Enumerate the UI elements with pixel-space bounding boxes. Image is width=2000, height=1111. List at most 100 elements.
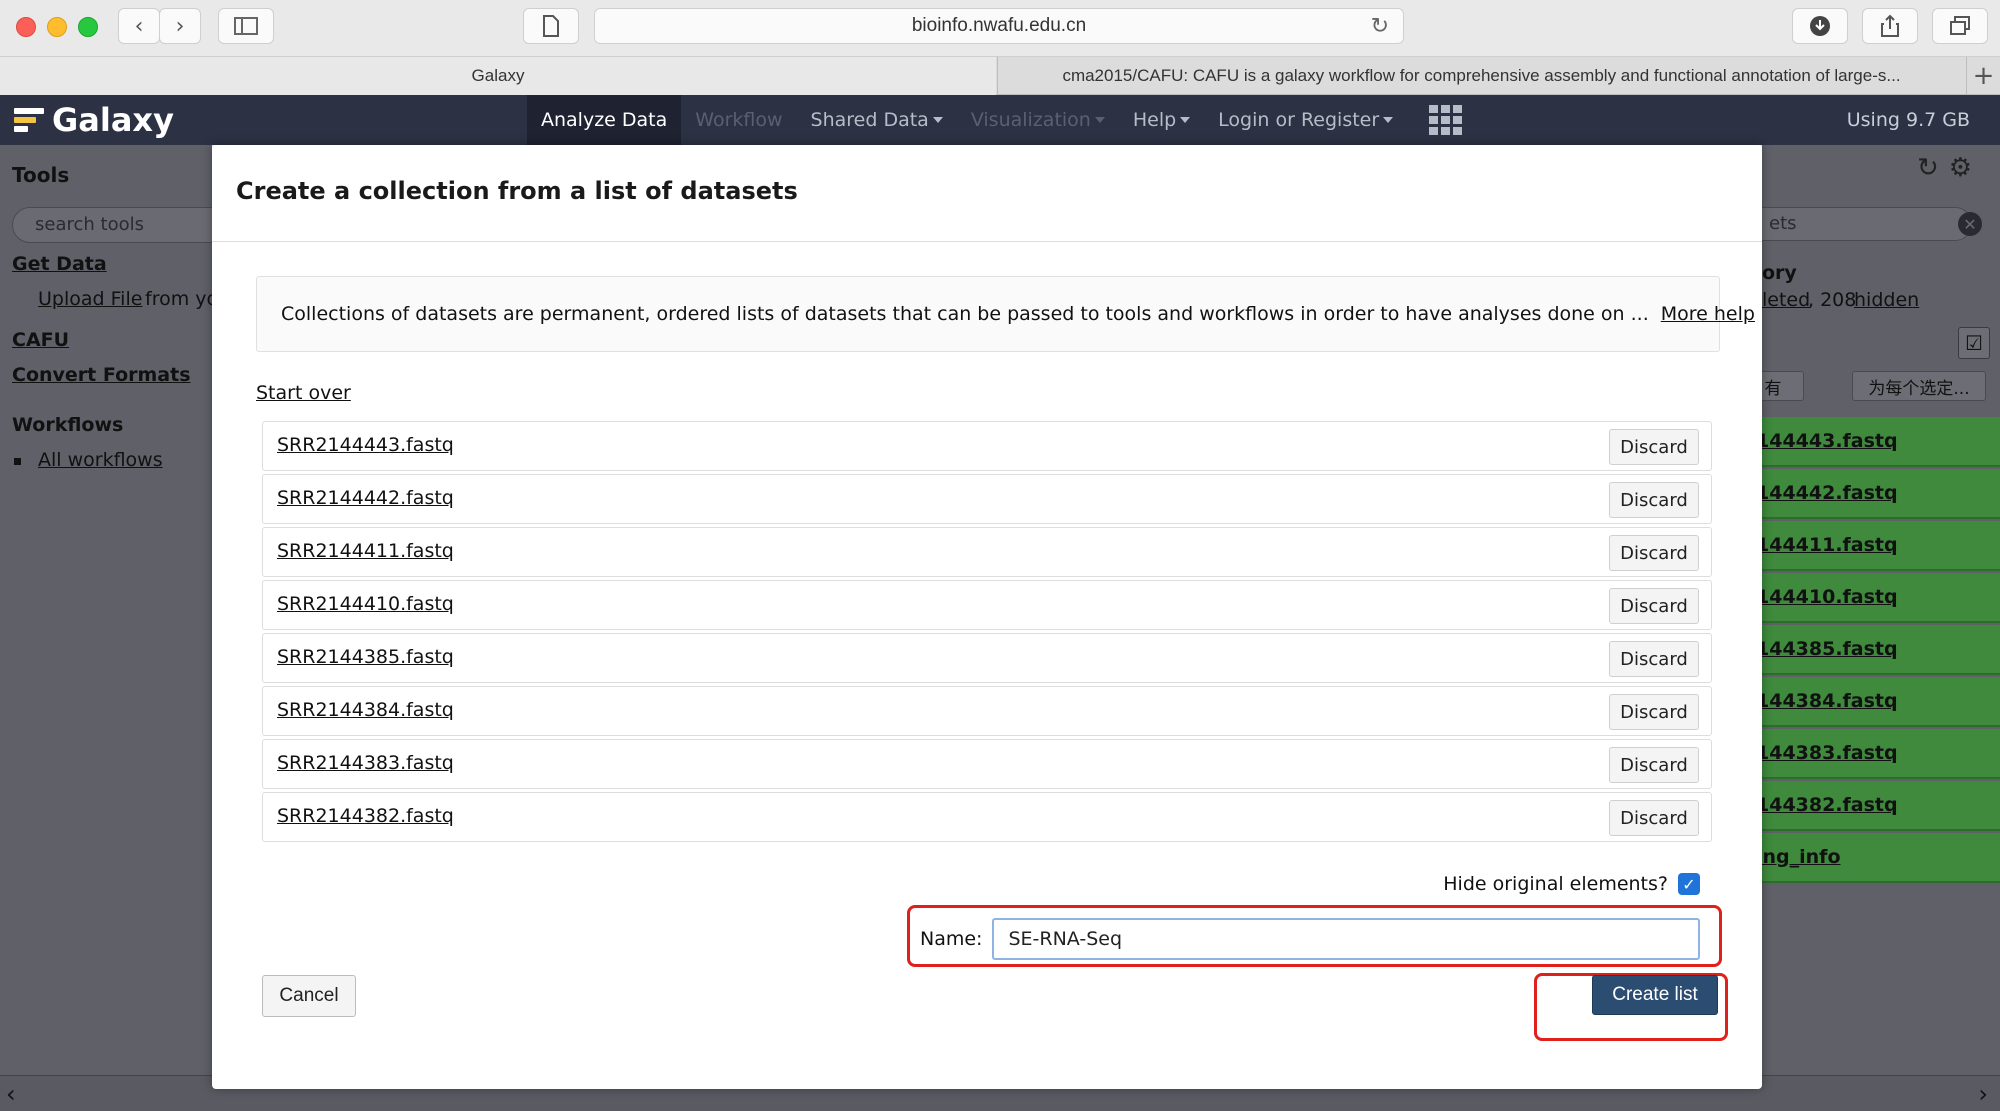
discard-button[interactable]: Discard xyxy=(1609,588,1699,624)
sidebar-toggle-button[interactable] xyxy=(218,8,274,44)
caret-down-icon xyxy=(1094,117,1105,123)
collection-element: SRR2144411.fastq Discard xyxy=(262,527,1712,577)
bullet xyxy=(14,458,21,465)
history-item[interactable]: 144410.fastq xyxy=(1762,573,2000,623)
hide-original-option: Hide original elements? ✓ xyxy=(1443,873,1700,895)
hide-original-checkbox[interactable]: ✓ xyxy=(1678,873,1700,895)
caret-down-icon xyxy=(1383,117,1394,123)
collapse-right-icon[interactable]: › xyxy=(1978,1080,1988,1108)
tool-panel: Tools search tools Get Data Upload File … xyxy=(0,145,232,1075)
main-nav: Analyze Data Workflow Shared Data Visual… xyxy=(527,95,1477,145)
history-item[interactable]: 144385.fastq xyxy=(1762,625,2000,675)
nav-analyze-data[interactable]: Analyze Data xyxy=(527,95,682,145)
element-name[interactable]: SRR2144383.fastq xyxy=(277,752,454,774)
close-window-button[interactable] xyxy=(16,17,36,37)
history-item[interactable]: 144443.fastq xyxy=(1762,417,2000,467)
more-help-link[interactable]: More help xyxy=(1661,303,1755,325)
clear-search-icon[interactable]: ✕ xyxy=(1958,212,1982,236)
reload-icon[interactable]: ↻ xyxy=(1371,13,1389,39)
collection-element: SRR2144384.fastq Discard xyxy=(262,686,1712,736)
discard-button[interactable]: Discard xyxy=(1609,747,1699,783)
nav-visualization[interactable]: Visualization xyxy=(957,95,1119,145)
collection-elements: SRR2144443.fastq Discard SRR2144442.fast… xyxy=(262,421,1712,845)
element-name[interactable]: SRR2144384.fastq xyxy=(277,699,454,721)
page-menu-button[interactable] xyxy=(523,8,579,44)
nav-workflow[interactable]: Workflow xyxy=(681,95,796,145)
collection-element: SRR2144383.fastq Discard xyxy=(262,739,1712,789)
all-workflows-link[interactable]: All workflows xyxy=(38,449,163,471)
element-name[interactable]: SRR2144382.fastq xyxy=(277,805,454,827)
help-text: Collections of datasets are permanent, o… xyxy=(281,303,1649,325)
checkmark-icon: ✓ xyxy=(1682,874,1696,894)
discard-button[interactable]: Discard xyxy=(1609,535,1699,571)
browser-tab-bar: Galaxy cma2015/CAFU: CAFU is a galaxy wo… xyxy=(0,57,2000,95)
tool-section-get-data[interactable]: Get Data xyxy=(12,253,107,275)
history-item[interactable]: 144411.fastq xyxy=(1762,521,2000,571)
tool-section-cafu[interactable]: CAFU xyxy=(12,329,69,351)
history-search-input[interactable]: ets xyxy=(1762,207,1972,241)
tab-cafu-github[interactable]: cma2015/CAFU: CAFU is a galaxy workflow … xyxy=(997,57,1965,95)
history-item[interactable]: ing_info xyxy=(1762,833,2000,883)
element-name[interactable]: SRR2144443.fastq xyxy=(277,434,454,456)
gear-icon[interactable]: ⚙ xyxy=(1949,153,1972,183)
quota-meter[interactable]: Using 9.7 GB xyxy=(1847,95,1970,145)
nav-login-register[interactable]: Login or Register xyxy=(1204,95,1407,145)
help-box: Collections of datasets are permanent, o… xyxy=(256,276,1755,352)
galaxy-logo[interactable]: Galaxy xyxy=(14,101,174,139)
tab-galaxy[interactable]: Galaxy xyxy=(0,57,996,95)
element-name[interactable]: SRR2144411.fastq xyxy=(277,540,454,562)
nav-apps[interactable] xyxy=(1407,95,1477,145)
tab-label: cma2015/CAFU: CAFU is a galaxy workflow … xyxy=(1062,66,1901,85)
history-item[interactable]: 144442.fastq xyxy=(1762,469,2000,519)
select-all-button[interactable]: 有 xyxy=(1762,371,1804,401)
history-panel: ↻ ⚙ ets ✕ ory leted , 208 hidden ☑ 有 为每个… xyxy=(1762,145,2000,1075)
for-all-selected-button[interactable]: 为每个选定... xyxy=(1852,371,1986,401)
share-button[interactable] xyxy=(1862,8,1918,44)
tool-upload-file[interactable]: Upload File xyxy=(38,288,142,310)
start-over-link[interactable]: Start over xyxy=(256,382,351,404)
nav-label: Help xyxy=(1132,109,1177,131)
nav-help[interactable]: Help xyxy=(1119,95,1204,145)
hidden-count: , 208 xyxy=(1808,289,1857,311)
discard-button[interactable]: Discard xyxy=(1609,641,1699,677)
element-name[interactable]: SRR2144410.fastq xyxy=(277,593,454,615)
name-label: Name: xyxy=(920,928,983,950)
url-text: bioinfo.nwafu.edu.cn xyxy=(911,15,1087,36)
tab-label: Galaxy xyxy=(471,66,525,85)
history-item[interactable]: 144383.fastq xyxy=(1762,729,2000,779)
nav-label: Workflow xyxy=(695,109,783,131)
history-item[interactable]: 144382.fastq xyxy=(1762,781,2000,831)
history-item[interactable]: 144384.fastq xyxy=(1762,677,2000,727)
discard-button[interactable]: Discard xyxy=(1609,429,1699,465)
discard-button[interactable]: Discard xyxy=(1609,482,1699,518)
hidden-link[interactable]: hidden xyxy=(1854,289,1919,311)
cancel-button[interactable]: Cancel xyxy=(262,975,356,1017)
collection-name-input[interactable]: SE-RNA-Seq xyxy=(992,918,1700,960)
back-button[interactable]: ‹ xyxy=(118,8,160,44)
nav-shared-data[interactable]: Shared Data xyxy=(797,95,957,145)
select-items-button[interactable]: ☑ xyxy=(1958,327,1990,359)
element-name[interactable]: SRR2144442.fastq xyxy=(277,487,454,509)
tab-overview-button[interactable] xyxy=(1932,8,1988,44)
deleted-link[interactable]: leted xyxy=(1762,289,1810,311)
refresh-icon[interactable]: ↻ xyxy=(1917,153,1939,183)
discard-button[interactable]: Discard xyxy=(1609,694,1699,730)
minimize-window-button[interactable] xyxy=(47,17,67,37)
discard-button[interactable]: Discard xyxy=(1609,800,1699,836)
browser-toolbar: ‹ › bioinfo.nwafu.edu.cn ↻ xyxy=(0,0,2000,57)
tabs-icon xyxy=(1950,16,1970,35)
create-list-button[interactable]: Create list xyxy=(1592,975,1718,1015)
collapse-left-icon[interactable]: ‹ xyxy=(6,1080,16,1108)
address-bar[interactable]: bioinfo.nwafu.edu.cn ↻ xyxy=(594,8,1404,44)
new-tab-button[interactable]: + xyxy=(1966,57,2000,95)
downloads-button[interactable] xyxy=(1792,8,1848,44)
tool-panel-title: Tools xyxy=(12,163,70,187)
element-name[interactable]: SRR2144385.fastq xyxy=(277,646,454,668)
hide-original-label: Hide original elements? xyxy=(1443,873,1668,895)
tool-search-input[interactable]: search tools xyxy=(12,207,232,243)
tool-section-convert-formats[interactable]: Convert Formats xyxy=(12,364,191,386)
grid-icon xyxy=(1429,105,1463,135)
zoom-window-button[interactable] xyxy=(78,17,98,37)
download-icon xyxy=(1810,16,1830,36)
forward-button[interactable]: › xyxy=(159,8,201,44)
